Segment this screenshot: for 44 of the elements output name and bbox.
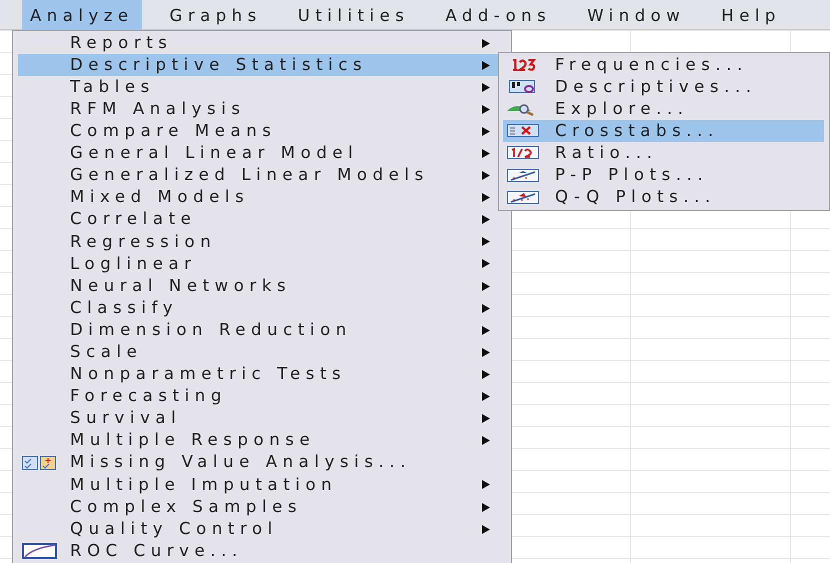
menu-item[interactable]: Quality Control xyxy=(18,518,500,540)
menu-bar-item[interactable]: Add-ons xyxy=(437,0,560,30)
menu-item[interactable]: ROC Curve... xyxy=(18,540,500,562)
menu-item[interactable]: Regression xyxy=(18,230,500,253)
menu-item[interactable]: Explore... xyxy=(503,98,824,120)
menu-item[interactable]: Nonparametric Tests xyxy=(18,363,500,386)
menu-item[interactable]: Ratio... xyxy=(503,142,824,164)
menu-item[interactable]: Descriptive Statistics xyxy=(18,54,500,76)
menu-item[interactable]: Survival xyxy=(18,408,500,430)
number-icon xyxy=(512,59,536,72)
menu-item[interactable]: Multiple Response xyxy=(18,430,500,452)
menu-item[interactable]: Complex Samples xyxy=(18,496,500,518)
plot-icon xyxy=(507,190,541,205)
menu-bar-item[interactable]: Help xyxy=(713,0,789,30)
menu-item[interactable]: Correlate xyxy=(18,208,500,231)
menu-item[interactable]: Tables xyxy=(18,76,500,98)
menu-item[interactable]: Scale xyxy=(18,341,500,364)
cross-table-icon xyxy=(507,124,541,138)
menu-item[interactable]: Q-Q Plots... xyxy=(503,186,824,209)
menu-bar-item[interactable]: Graphs xyxy=(162,0,270,30)
menu-item[interactable]: Frequencies... xyxy=(503,54,824,76)
menu-item[interactable]: Generalized Linear Models xyxy=(18,164,500,187)
table-check-icon xyxy=(22,456,58,470)
menu-bar-item[interactable]: Utilities xyxy=(290,0,418,30)
menu-item[interactable]: Forecasting xyxy=(18,386,500,408)
menu-item[interactable]: RFM Analysis xyxy=(18,98,500,120)
menu-item[interactable]: Loglinear xyxy=(18,252,500,276)
menu-item[interactable]: Multiple Imputation xyxy=(18,474,500,496)
menu-bar-item[interactable]: Analyze xyxy=(22,0,142,30)
menu-item[interactable]: General Linear Model xyxy=(18,142,500,165)
menu-item[interactable]: Classify xyxy=(18,297,500,320)
menu-item[interactable]: Compare Means xyxy=(18,120,500,142)
menu-item[interactable]: P-P Plots... xyxy=(503,164,824,187)
menu-bar-item[interactable]: Window xyxy=(579,0,694,30)
menu-item[interactable]: Missing Value Analysis... xyxy=(18,452,500,474)
plot-icon xyxy=(507,168,541,183)
fraction-icon xyxy=(507,146,541,160)
menu-item[interactable]: Dimension Reduction xyxy=(18,319,500,342)
menu-item[interactable]: Crosstabs... xyxy=(503,120,824,142)
menu-item[interactable]: Descriptives... xyxy=(503,76,824,98)
curve-chart-icon xyxy=(22,543,58,560)
menu-item[interactable]: Neural Networks xyxy=(18,275,500,298)
menu-item[interactable]: Reports xyxy=(18,32,500,54)
menu-item[interactable]: Mixed Models xyxy=(18,186,500,209)
